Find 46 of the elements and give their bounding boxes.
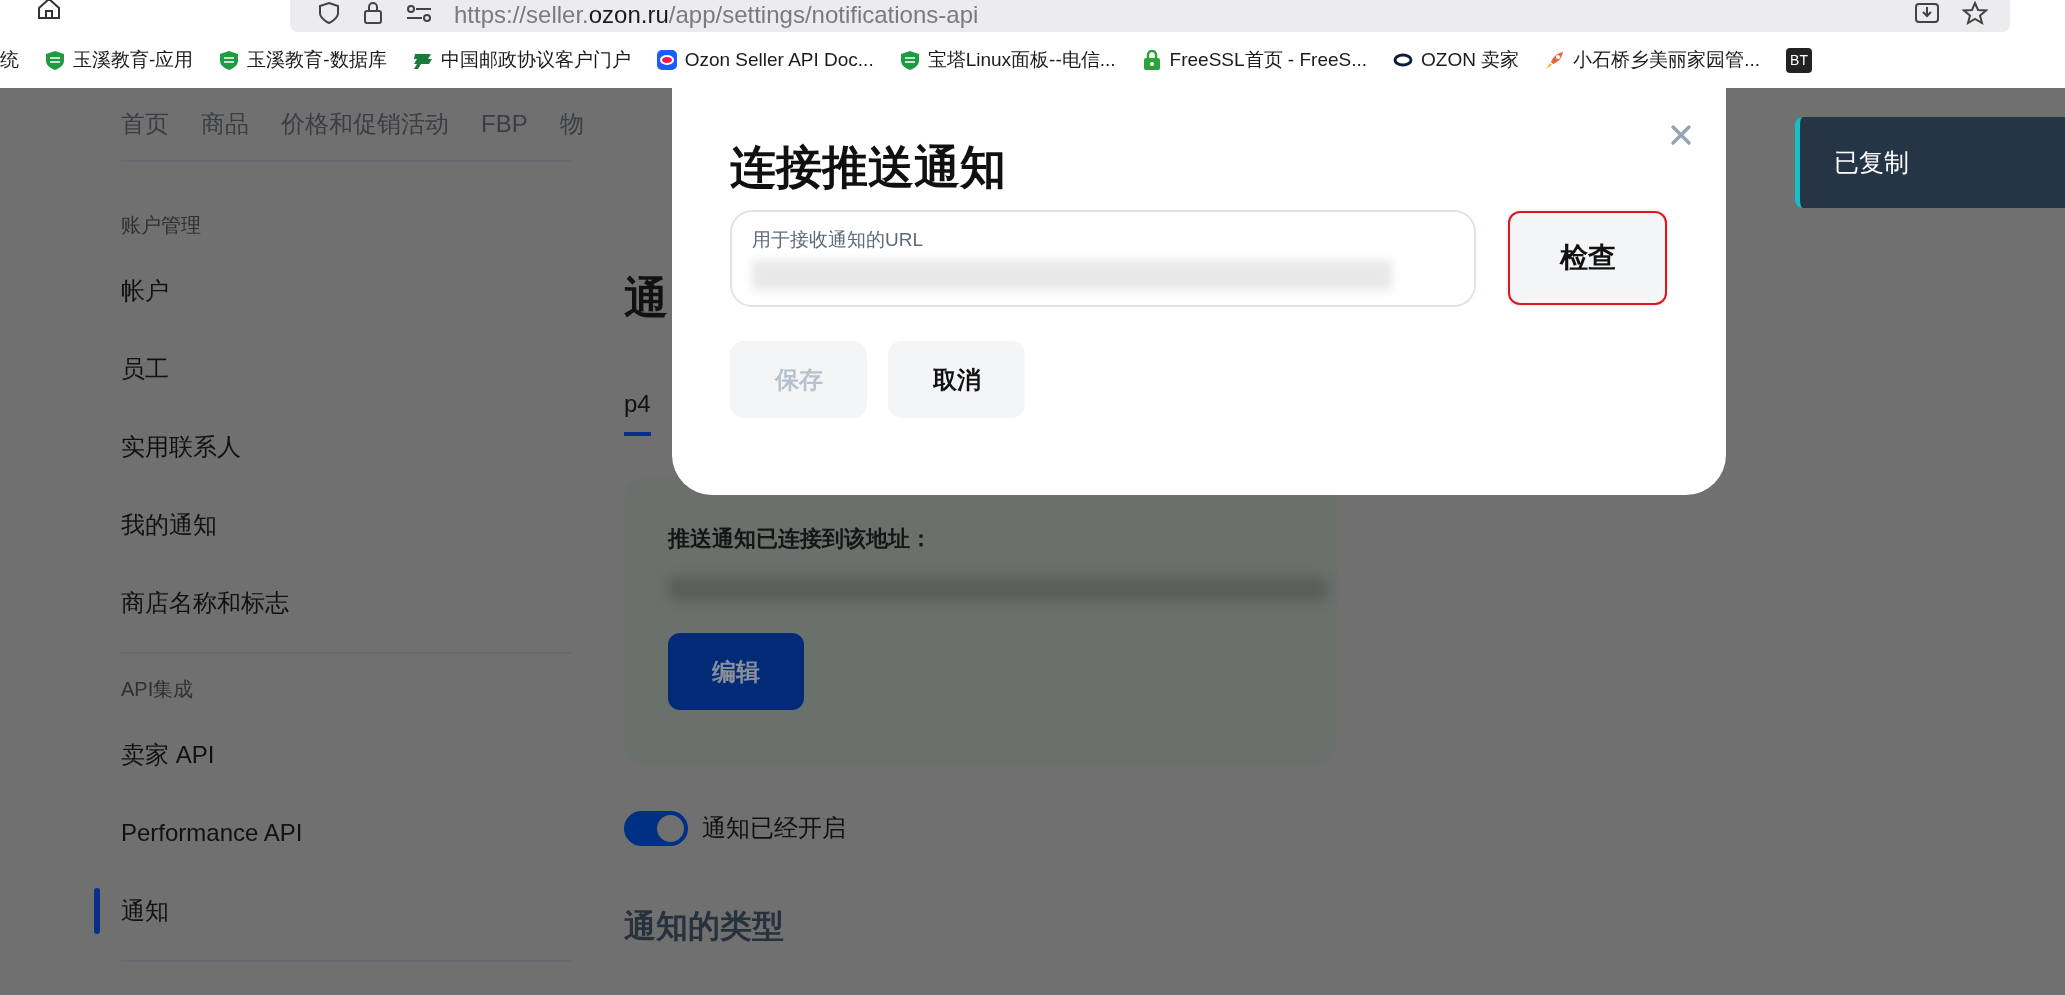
bookmark[interactable]: 宝塔Linux面板--电信... (899, 45, 1116, 75)
field-label: 用于接收通知的URL (752, 227, 924, 252)
save-page-icon[interactable] (1914, 2, 1940, 24)
home-icon[interactable] (36, 0, 62, 20)
card-heading: 推送通知已连接到该地址： (668, 525, 933, 553)
shield-icon (899, 50, 920, 70)
bookmark[interactable]: 中国邮政协议客户门户 (412, 45, 631, 75)
sidebar-item[interactable]: 卖家 API (94, 716, 624, 794)
sidebar-item[interactable]: 我的通知 (94, 486, 624, 564)
lock-icon[interactable] (362, 1, 384, 25)
toggle-switch[interactable] (624, 810, 688, 846)
toggle-label: 通知已经开启 (702, 813, 846, 843)
bookmark[interactable]: 玉溪教育-数据库 (219, 45, 387, 75)
sidebar-item[interactable]: 通知 (94, 872, 624, 950)
bookmark[interactable]: 玉溪教育-应用 (45, 45, 194, 75)
lock-icon (1141, 50, 1162, 70)
bookmark[interactable]: 统 (0, 45, 19, 75)
bookmark-tile: BT (1786, 47, 1812, 73)
sidebar-item[interactable]: 实用联系人 (94, 408, 624, 486)
shield-icon (219, 50, 240, 70)
star-icon[interactable] (1962, 1, 1988, 25)
section-title: 通知的类型 (624, 907, 785, 946)
toast: 已复制 (1795, 117, 2065, 208)
sidebar-heading: API集成 (121, 677, 195, 702)
sidebar-item[interactable]: 帐户 (94, 252, 624, 330)
sidebar-item[interactable]: 员工 (94, 330, 624, 408)
close-icon[interactable] (1670, 123, 1692, 146)
bookmark[interactable]: Ozon Seller API Doc... (656, 45, 874, 75)
shield-icon (45, 50, 65, 70)
page-title: 通 (624, 276, 669, 324)
app-logo-icon (656, 50, 677, 70)
dialog-button[interactable]: 取消 (888, 341, 1025, 419)
url-input-field[interactable]: 用于接收通知的URL (730, 209, 1477, 307)
sidebar-item[interactable]: 商店名称和标志 (94, 564, 624, 642)
bookmark[interactable]: 小石桥乡美丽家园管... (1545, 45, 1761, 75)
dialog-title: 连接推送通知 (730, 140, 1007, 195)
permissions-icon[interactable] (406, 4, 432, 22)
bookmark[interactable]: OZON 卖家 (1393, 45, 1520, 75)
tab[interactable]: p4 (624, 372, 651, 436)
sidebar-heading: 账户管理 (121, 213, 202, 238)
sidebar-item[interactable]: Performance API (94, 794, 624, 872)
shield-icon[interactable] (318, 1, 340, 25)
edit-button[interactable]: 编辑 (668, 633, 804, 710)
rocket-icon (1545, 50, 1566, 70)
check-button[interactable]: 检查 (1506, 209, 1669, 308)
bookmark[interactable]: FreeSSL首页 - FreeS... (1141, 45, 1368, 75)
